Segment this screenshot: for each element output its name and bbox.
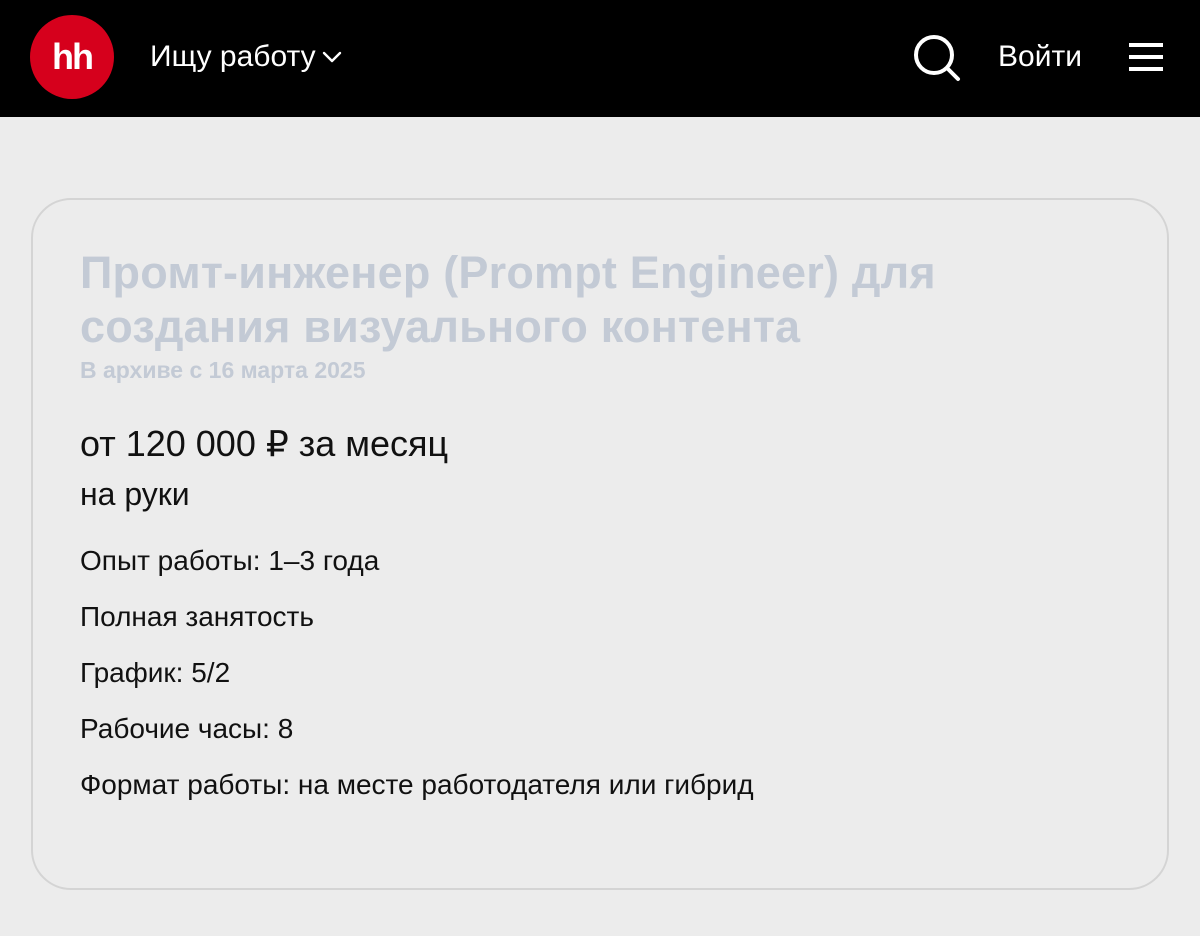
search-icon: [914, 35, 960, 81]
archive-status: В архиве с 16 марта 2025: [80, 357, 366, 383]
vacancy-card-content: Промт-инженер (Prompt Engineer) для созд…: [80, 246, 1120, 824]
hh-logo[interactable]: hh: [30, 15, 114, 99]
job-search-mode-dropdown[interactable]: Ищу работу: [150, 34, 344, 80]
working-hours-detail: Рабочие часы: 8: [80, 713, 294, 744]
vacancy-details-list: Опыт работы: 1–3 года Полная занятость Г…: [80, 544, 1120, 802]
login-label: Войти: [998, 40, 1082, 73]
search-button[interactable]: [912, 33, 962, 83]
menu-button[interactable]: [1126, 38, 1166, 76]
experience-detail: Опыт работы: 1–3 года: [80, 545, 380, 576]
vacancy-title: Промт-инженер (Prompt Engineer) для созд…: [80, 247, 936, 352]
salary: от 120 000 ₽ за месяц: [80, 423, 449, 464]
chevron-down-icon: [322, 51, 341, 63]
work-format-detail: Формат работы: на месте работодателя или…: [80, 769, 754, 800]
schedule-detail: График: 5/2: [80, 657, 231, 688]
hamburger-menu-icon: [1129, 43, 1163, 71]
employment-type-detail: Полная занятость: [80, 601, 314, 632]
salary-note: на руки: [80, 476, 190, 512]
top-navigation-bar: hh Ищу работу Войти: [0, 0, 1200, 117]
logo-text: hh: [52, 36, 94, 77]
job-search-label: Ищу работу: [150, 40, 316, 73]
vacancy-card: Промт-инженер (Prompt Engineer) для созд…: [31, 198, 1169, 890]
login-button[interactable]: Войти: [998, 34, 1082, 80]
